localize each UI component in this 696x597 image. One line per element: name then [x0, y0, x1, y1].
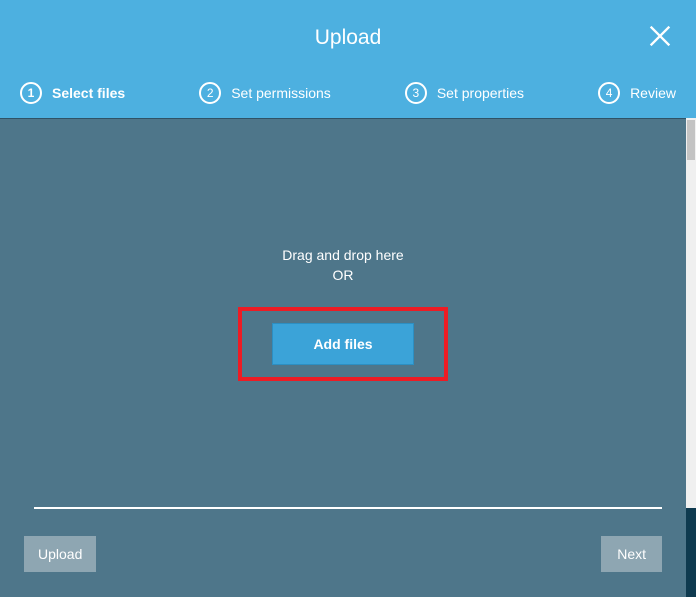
step-number: 3	[405, 82, 427, 104]
step-review[interactable]: 4 Review	[598, 82, 676, 104]
modal-title: Upload	[0, 0, 696, 50]
step-label: Select files	[52, 85, 125, 101]
divider	[34, 507, 662, 509]
step-number: 2	[199, 82, 221, 104]
modal-footer: Upload Next	[0, 529, 686, 579]
step-set-properties[interactable]: 3 Set properties	[405, 82, 524, 104]
upload-button[interactable]: Upload	[24, 536, 96, 572]
highlight-box: Add files	[238, 307, 447, 381]
modal-header: Upload 1 Select files 2 Set permissions …	[0, 0, 696, 118]
scrollbar-thumb[interactable]	[687, 120, 695, 160]
drop-area[interactable]: Drag and drop here OR Add files	[0, 119, 686, 508]
add-files-button[interactable]: Add files	[272, 323, 413, 365]
step-select-files[interactable]: 1 Select files	[20, 82, 125, 104]
step-label: Review	[630, 85, 676, 101]
step-set-permissions[interactable]: 2 Set permissions	[199, 82, 331, 104]
step-number: 1	[20, 82, 42, 104]
next-button[interactable]: Next	[601, 536, 662, 572]
step-label: Set properties	[437, 85, 524, 101]
scrollbar-track[interactable]	[686, 118, 696, 508]
drop-text: Drag and drop here	[282, 246, 403, 266]
upload-modal: Upload 1 Select files 2 Set permissions …	[0, 0, 696, 597]
wizard-steps: 1 Select files 2 Set permissions 3 Set p…	[0, 82, 696, 104]
close-icon	[646, 22, 674, 50]
modal-content: Drag and drop here OR Add files Upload N…	[0, 118, 686, 597]
close-button[interactable]	[646, 22, 674, 50]
step-number: 4	[598, 82, 620, 104]
drop-or: OR	[333, 267, 354, 283]
step-label: Set permissions	[231, 85, 331, 101]
